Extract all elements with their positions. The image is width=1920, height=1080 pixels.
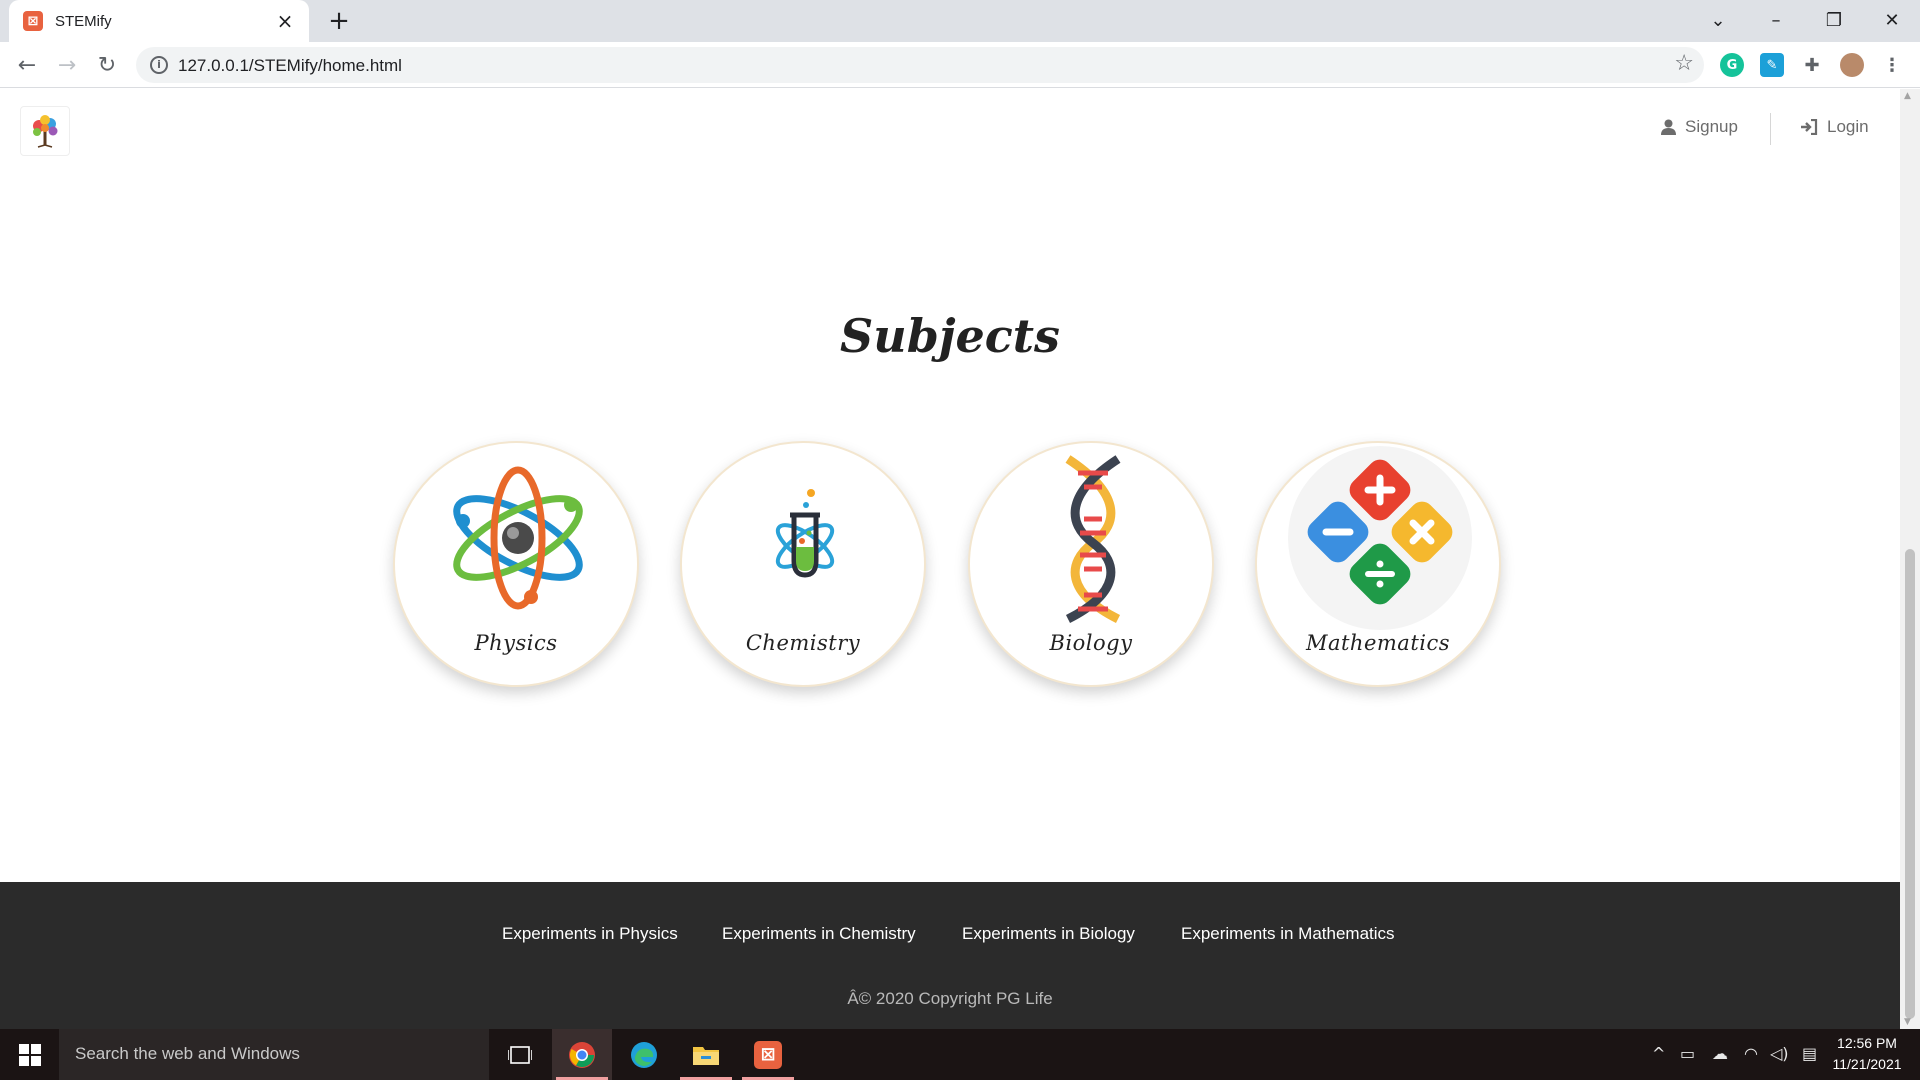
- browser-tab-strip: ⊠ STEMify × + ⌄ – ❐ ✕: [0, 0, 1920, 42]
- clock-date: 11/21/2021: [1832, 1056, 1902, 1072]
- tree-logo-icon: [33, 115, 58, 148]
- grammarly-icon[interactable]: G: [1720, 53, 1744, 77]
- edge-taskbar-icon[interactable]: [614, 1029, 674, 1080]
- browser-tab[interactable]: ⊠ STEMify ×: [9, 0, 309, 42]
- browser-toolbar: ← → ↻ i 127.0.0.1/STEMify/home.html ☆ G …: [0, 42, 1920, 88]
- tab-title: STEMify: [55, 12, 112, 30]
- signup-label: Signup: [1685, 117, 1738, 136]
- close-tab-icon[interactable]: ×: [275, 9, 295, 33]
- reload-icon[interactable]: ↻: [90, 48, 124, 82]
- footer-link-biology[interactable]: Experiments in Biology: [962, 924, 1135, 944]
- login-link[interactable]: Login: [1800, 117, 1869, 137]
- site-logo[interactable]: [20, 106, 70, 156]
- footer-link-physics[interactable]: Experiments in Physics: [502, 924, 678, 944]
- page-scrollbar[interactable]: ▲ ▼: [1900, 89, 1920, 1029]
- site-footer: Experiments in Physics Experiments in Ch…: [0, 882, 1900, 1029]
- subject-label: Biology: [1049, 631, 1133, 655]
- subject-card-chemistry[interactable]: Chemistry: [680, 441, 926, 687]
- address-bar[interactable]: i 127.0.0.1/STEMify/home.html ☆: [136, 47, 1704, 83]
- scroll-down-icon[interactable]: ▼: [1904, 1017, 1911, 1027]
- file-explorer-taskbar-icon[interactable]: [676, 1029, 736, 1080]
- wifi-icon[interactable]: ◠: [1744, 1044, 1758, 1063]
- notifications-icon[interactable]: ▤: [1802, 1044, 1817, 1063]
- subject-card-biology[interactable]: Biology: [968, 441, 1214, 687]
- signup-link[interactable]: Signup: [1661, 117, 1738, 137]
- copyright-text: Â© 2020 Copyright PG Life: [847, 989, 1053, 1008]
- chrome-taskbar-icon[interactable]: [552, 1029, 612, 1080]
- battery-icon[interactable]: ▭: [1680, 1044, 1695, 1063]
- page-content: Signup Login Subjects Physics Chemistry …: [0, 89, 1900, 1029]
- sign-in-icon: [1801, 119, 1818, 135]
- xampp-taskbar-icon[interactable]: ⊠: [738, 1029, 798, 1080]
- url-text[interactable]: 127.0.0.1/STEMify/home.html: [178, 56, 402, 76]
- windows-start-icon[interactable]: [0, 1029, 59, 1080]
- restore-icon[interactable]: ❐: [1806, 0, 1862, 40]
- tab-search-icon[interactable]: ⌄: [1690, 0, 1746, 40]
- bookmark-star-icon[interactable]: ☆: [1674, 51, 1694, 76]
- subject-label: Physics: [474, 631, 558, 655]
- new-tab-icon[interactable]: +: [324, 6, 354, 36]
- window-close-icon[interactable]: ✕: [1864, 0, 1920, 40]
- subject-label: Chemistry: [745, 631, 861, 655]
- clock-time: 12:56 PM: [1837, 1035, 1897, 1051]
- browser-menu-icon[interactable]: ⋮: [1880, 53, 1904, 77]
- nav-divider: [1770, 113, 1771, 145]
- subject-label: Mathematics: [1305, 631, 1451, 655]
- taskbar-search-placeholder: Search the web and Windows: [75, 1044, 300, 1063]
- show-hidden-icons-icon[interactable]: ^: [1652, 1044, 1665, 1063]
- forward-icon[interactable]: →: [50, 48, 84, 82]
- subject-card-mathematics[interactable]: Mathematics: [1255, 441, 1501, 687]
- page-title: Subjects: [840, 309, 1060, 363]
- task-view-icon[interactable]: [490, 1029, 550, 1080]
- user-icon: [1661, 119, 1676, 135]
- scroll-thumb[interactable]: [1905, 549, 1915, 1019]
- taskbar-search-box[interactable]: Search the web and Windows: [59, 1029, 489, 1080]
- scroll-up-icon[interactable]: ▲: [1904, 91, 1911, 101]
- extensions-puzzle-icon[interactable]: ✚: [1800, 53, 1824, 77]
- subject-card-physics[interactable]: Physics: [393, 441, 639, 687]
- windows-taskbar: Search the web and Windows ⊠ ^ ▭ ☁ ◠ ◁) …: [0, 1029, 1920, 1080]
- footer-link-mathematics[interactable]: Experiments in Mathematics: [1181, 924, 1395, 944]
- site-info-icon[interactable]: i: [150, 56, 168, 74]
- login-label: Login: [1827, 117, 1869, 136]
- xampp-icon: ⊠: [23, 11, 43, 31]
- extension-edit-icon[interactable]: ✎: [1760, 53, 1784, 77]
- minimize-icon[interactable]: –: [1748, 0, 1804, 40]
- footer-link-chemistry[interactable]: Experiments in Chemistry: [722, 924, 916, 944]
- onedrive-cloud-icon[interactable]: ☁: [1712, 1044, 1728, 1063]
- volume-icon[interactable]: ◁): [1770, 1044, 1789, 1063]
- profile-avatar[interactable]: [1840, 53, 1864, 77]
- back-icon[interactable]: ←: [10, 48, 44, 82]
- taskbar-clock[interactable]: 12:56 PM 11/21/2021: [1826, 1033, 1908, 1075]
